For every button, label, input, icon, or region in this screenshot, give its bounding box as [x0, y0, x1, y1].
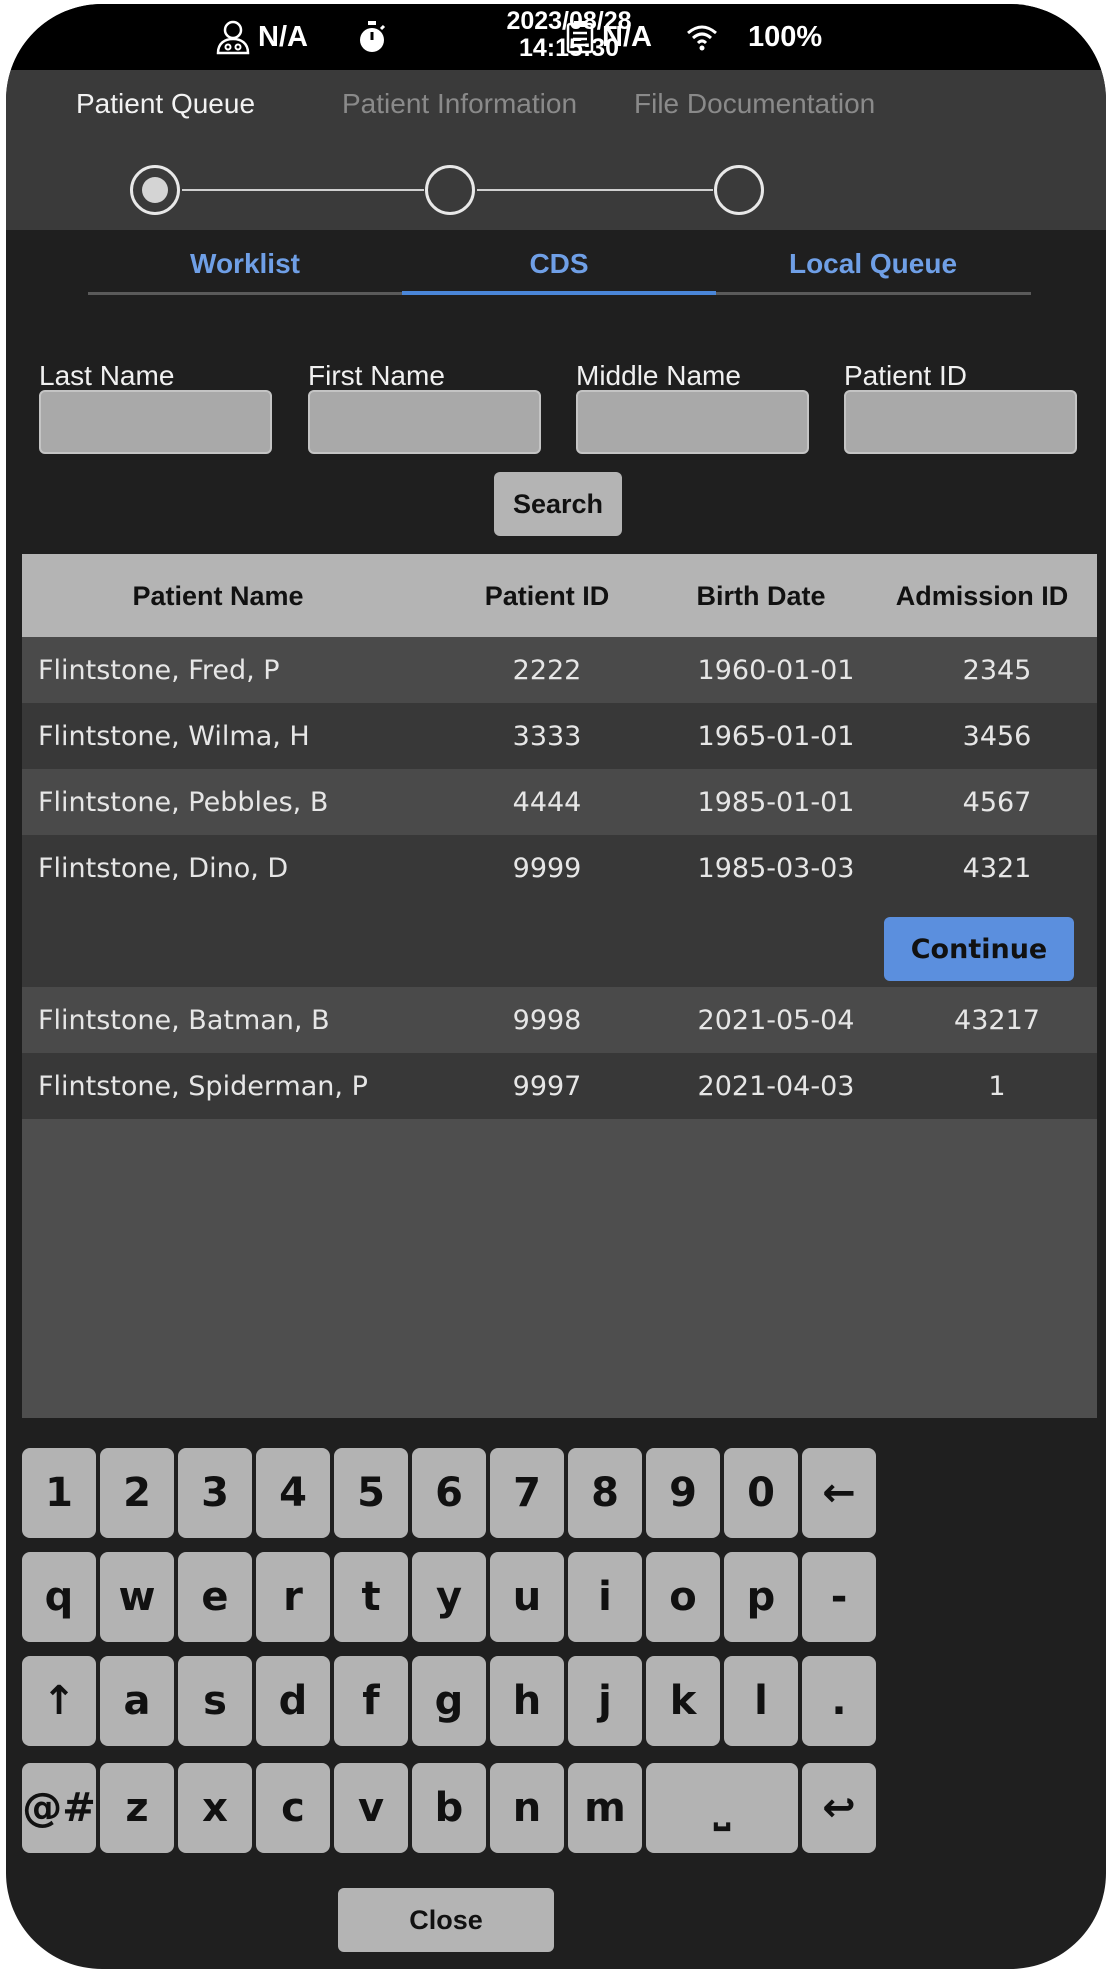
clipboard-icon: [566, 20, 594, 54]
space-key[interactable]: ⎵: [646, 1763, 798, 1853]
queue-tabs: Worklist CDS Local Queue: [6, 230, 1106, 300]
table-row[interactable]: Flintstone, Pebbles, B 4444 1985-01-01 4…: [22, 769, 1097, 835]
key-n[interactable]: n: [490, 1763, 564, 1853]
symbols-key[interactable]: @#: [22, 1763, 96, 1853]
table-row[interactable]: Flintstone, Wilma, H 3333 1965-01-01 345…: [22, 703, 1097, 769]
table-header: Patient Name Patient ID Birth Date Admis…: [22, 554, 1097, 637]
cell-birth-date: 2021-04-03: [697, 1070, 855, 1102]
key-x[interactable]: x: [178, 1763, 252, 1853]
first-name-label: First Name: [308, 360, 445, 391]
step-label-patient-information[interactable]: Patient Information: [342, 88, 577, 120]
cell-patient-id: 3333: [512, 720, 582, 752]
tab-worklist[interactable]: Worklist: [88, 248, 402, 280]
cell-birth-date: 1965-01-01: [697, 720, 855, 752]
cell-patient-id: 2222: [512, 654, 582, 686]
keyboard-row-4: @# z x c v b n m ⎵ ↩: [6, 1418, 1106, 1858]
key-z[interactable]: z: [100, 1763, 174, 1853]
step-connector: [182, 189, 424, 191]
status-bar: N/A 2023/08/28 14:15:30 N/A 100%: [6, 4, 1106, 70]
step-label-patient-queue[interactable]: Patient Queue: [76, 88, 255, 120]
cell-patient-id: 9999: [512, 852, 582, 884]
table-row[interactable]: Flintstone, Fred, P 2222 1960-01-01 2345: [22, 637, 1097, 703]
stopwatch-icon: [358, 4, 386, 70]
enter-key[interactable]: ↩: [802, 1763, 876, 1853]
cell-patient-id: 9997: [512, 1070, 582, 1102]
cell-patient-name: Flintstone, Dino, D: [38, 852, 289, 884]
last-name-input[interactable]: [39, 390, 272, 454]
patient-id-label: Patient ID: [844, 360, 967, 391]
clipboard-status: N/A: [566, 4, 652, 70]
table-row[interactable]: Flintstone, Batman, B 9998 2021-05-04 43…: [22, 987, 1097, 1053]
cell-admission-id: 4567: [962, 786, 1032, 818]
cell-admission-id: 2345: [962, 654, 1032, 686]
cell-admission-id: 1: [988, 1070, 1006, 1102]
tab-active-indicator: [402, 291, 716, 295]
continue-button[interactable]: Continue: [884, 917, 1074, 981]
tab-local-queue[interactable]: Local Queue: [716, 248, 1030, 280]
middle-name-input[interactable]: [576, 390, 809, 454]
key-b[interactable]: b: [412, 1763, 486, 1853]
step-dot-patient-information[interactable]: [425, 165, 475, 215]
patient-id-input[interactable]: [844, 390, 1077, 454]
cell-patient-id: 9998: [512, 1004, 582, 1036]
wifi-icon: [686, 4, 718, 70]
cell-patient-name: Flintstone, Fred, P: [38, 654, 280, 686]
cell-patient-name: Flintstone, Pebbles, B: [38, 786, 329, 818]
header-patient-name[interactable]: Patient Name: [38, 554, 398, 637]
step-dot-patient-queue[interactable]: [130, 165, 180, 215]
user-status-value: N/A: [258, 20, 308, 53]
cell-birth-date: 1960-01-01: [697, 654, 855, 686]
table-row[interactable]: Flintstone, Spiderman, P 9997 2021-04-03…: [22, 1053, 1097, 1119]
tab-cds[interactable]: CDS: [402, 248, 716, 280]
workflow-stepper: Patient Queue Patient Information File D…: [6, 70, 1106, 230]
cell-birth-date: 2021-05-04: [697, 1004, 855, 1036]
battery-level: 100%: [748, 20, 823, 53]
clipboard-status-value: N/A: [602, 20, 652, 53]
step-label-file-documentation[interactable]: File Documentation: [634, 88, 875, 120]
last-name-label: Last Name: [39, 360, 175, 391]
cell-admission-id: 4321: [962, 852, 1032, 884]
cell-patient-name: Flintstone, Spiderman, P: [38, 1070, 368, 1102]
key-c[interactable]: c: [256, 1763, 330, 1853]
cell-admission-id: 3456: [962, 720, 1032, 752]
user-status: N/A: [214, 4, 308, 70]
middle-name-label: Middle Name: [576, 360, 741, 391]
header-admission-id[interactable]: Admission ID: [892, 554, 1072, 637]
header-patient-id[interactable]: Patient ID: [462, 554, 632, 637]
cell-patient-id: 4444: [512, 786, 582, 818]
cell-birth-date: 1985-01-01: [697, 786, 855, 818]
close-button[interactable]: Close: [338, 1888, 554, 1952]
key-v[interactable]: v: [334, 1763, 408, 1853]
step-connector: [477, 189, 713, 191]
cell-patient-name: Flintstone, Wilma, H: [38, 720, 310, 752]
cell-patient-name: Flintstone, Batman, B: [38, 1004, 330, 1036]
table-row-selected[interactable]: Flintstone, Dino, D 9999 1985-03-03 4321: [22, 835, 1097, 901]
key-m[interactable]: m: [568, 1763, 642, 1853]
header-birth-date[interactable]: Birth Date: [676, 554, 846, 637]
cell-admission-id: 43217: [954, 1004, 1040, 1036]
first-name-input[interactable]: [308, 390, 541, 454]
search-button[interactable]: Search: [494, 472, 622, 536]
doctor-icon: [214, 19, 252, 55]
cell-birth-date: 1985-03-03: [697, 852, 855, 884]
patient-table: Patient Name Patient ID Birth Date Admis…: [22, 554, 1097, 1418]
step-dot-file-documentation[interactable]: [714, 165, 764, 215]
